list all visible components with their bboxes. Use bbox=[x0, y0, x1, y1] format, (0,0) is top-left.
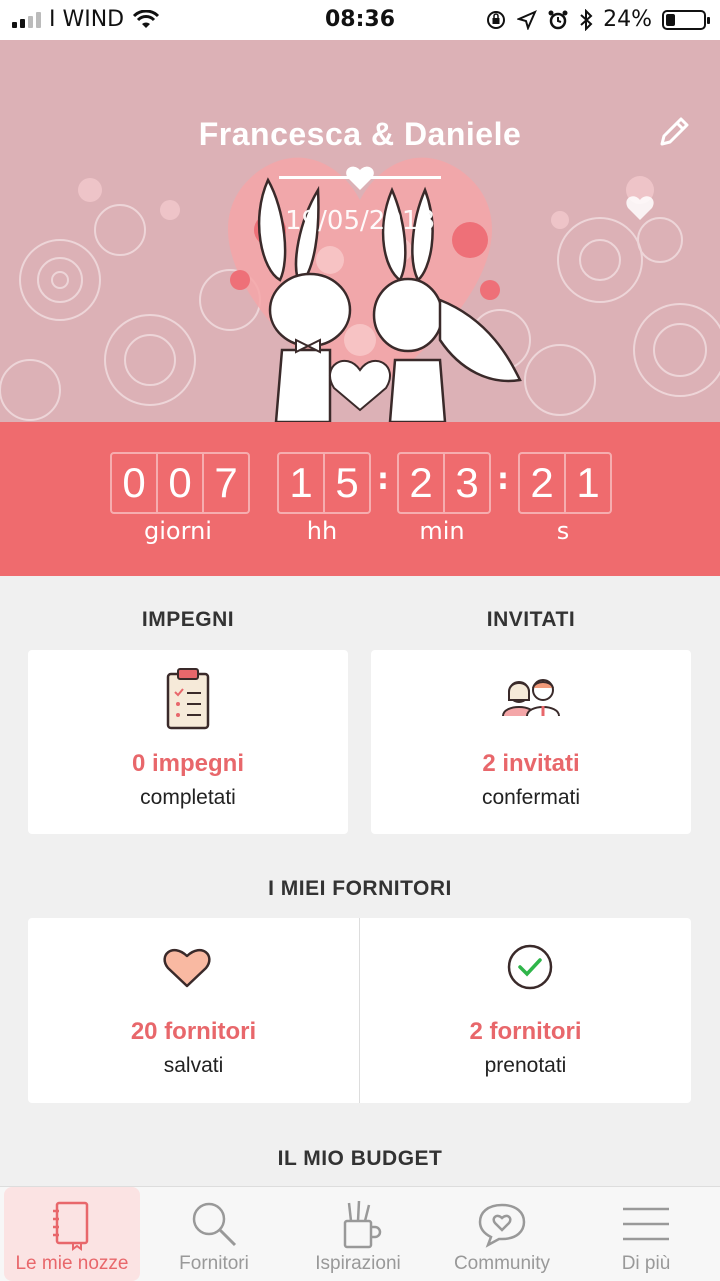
battery-percent: 24% bbox=[603, 7, 652, 32]
guests-card[interactable]: 2 invitati confermati bbox=[371, 650, 691, 834]
bluetooth-icon bbox=[580, 8, 593, 31]
rotation-lock-icon bbox=[487, 10, 506, 29]
search-icon bbox=[192, 1202, 237, 1247]
days-digits: 0 0 7 bbox=[110, 452, 250, 514]
minutes-digits: 2 3 bbox=[397, 452, 491, 514]
seconds-digit: 1 bbox=[576, 459, 600, 506]
tab-label: Ispirazioni bbox=[315, 1253, 401, 1274]
check-circle-icon bbox=[507, 944, 553, 990]
hours-digits: 1 5 bbox=[277, 452, 371, 514]
guests-status: confermati bbox=[481, 786, 581, 809]
days-digit: 0 bbox=[158, 454, 204, 512]
booked-vendors-count: 2 fornitori bbox=[469, 1018, 582, 1045]
tab-label: Di più bbox=[621, 1253, 671, 1274]
tab-di-piu[interactable]: Di più bbox=[578, 1187, 714, 1281]
booked-vendors-status: prenotati bbox=[484, 1054, 567, 1077]
couple-names: Francesca & Daniele bbox=[198, 116, 522, 152]
edit-pencil-icon[interactable] bbox=[656, 114, 692, 150]
tab-fornitori[interactable]: Fornitori bbox=[146, 1187, 282, 1281]
colon-separator: : bbox=[497, 462, 509, 497]
seconds-digits: 2 1 bbox=[518, 452, 612, 514]
saved-vendors-status: salvati bbox=[163, 1054, 224, 1077]
menu-icon bbox=[623, 1207, 669, 1241]
minutes-digit: 2 bbox=[399, 454, 445, 512]
hours-digit: 5 bbox=[335, 459, 359, 506]
tasks-count: 0 impegni bbox=[131, 750, 245, 777]
alarm-icon bbox=[548, 10, 568, 29]
tab-label: Community bbox=[453, 1253, 551, 1274]
battery-icon bbox=[662, 9, 710, 30]
guests-icon bbox=[502, 679, 560, 717]
vendors-card: 20 fornitori salvati 2 fornitori prenota… bbox=[28, 918, 691, 1103]
seconds-digit: 2 bbox=[520, 454, 566, 512]
saved-vendors-card[interactable]: 20 fornitori salvati bbox=[28, 918, 359, 1103]
tasks-status: completati bbox=[140, 786, 236, 809]
guests-section-title: INVITATI bbox=[486, 608, 576, 631]
tasks-card[interactable]: 0 impegni completati bbox=[28, 650, 348, 834]
wedding-date: 19/05/2018 bbox=[285, 206, 435, 236]
pencil-cup-icon bbox=[343, 1200, 382, 1249]
tab-label: Fornitori bbox=[179, 1253, 249, 1274]
budget-section-title: IL MIO BUDGET bbox=[277, 1147, 443, 1170]
heart-icon bbox=[163, 949, 211, 988]
hours-digit: 1 bbox=[279, 454, 325, 512]
tab-community[interactable]: Community bbox=[434, 1187, 570, 1281]
wedding-header: Francesca & Daniele 19/05/2018 bbox=[0, 40, 720, 422]
location-icon bbox=[517, 9, 538, 30]
days-digit: 7 bbox=[214, 459, 238, 506]
saved-vendors-count: 20 fornitori bbox=[130, 1018, 257, 1045]
bottom-tab-bar: Le mie nozze Fornitori Ispirazioni Commu… bbox=[0, 1186, 720, 1281]
heart-icon bbox=[346, 166, 374, 190]
tab-ispirazioni[interactable]: Ispirazioni bbox=[290, 1187, 426, 1281]
countdown-panel: 0 0 7 giorni 1 5 hh : 2 3 min : 2 1 s bbox=[0, 422, 720, 576]
tab-label: Le mie nozze bbox=[15, 1253, 129, 1274]
status-bar: I WIND 08:36 24% bbox=[0, 0, 720, 40]
tasks-section-title: IMPEGNI bbox=[141, 608, 235, 631]
guests-count: 2 invitati bbox=[482, 750, 580, 777]
seconds-label: s bbox=[556, 517, 570, 545]
chat-heart-icon bbox=[478, 1203, 526, 1248]
days-label: giorni bbox=[144, 517, 212, 545]
tab-le-mie-nozze[interactable]: Le mie nozze bbox=[4, 1187, 140, 1281]
booked-vendors-card[interactable]: 2 fornitori prenotati bbox=[360, 918, 691, 1103]
minutes-digit: 3 bbox=[455, 459, 479, 506]
clipboard-icon bbox=[166, 668, 210, 730]
days-digit: 0 bbox=[112, 454, 158, 512]
colon-separator: : bbox=[377, 462, 389, 497]
vendors-section-title: I MIEI FORNITORI bbox=[268, 877, 452, 900]
notebook-icon bbox=[53, 1201, 89, 1251]
